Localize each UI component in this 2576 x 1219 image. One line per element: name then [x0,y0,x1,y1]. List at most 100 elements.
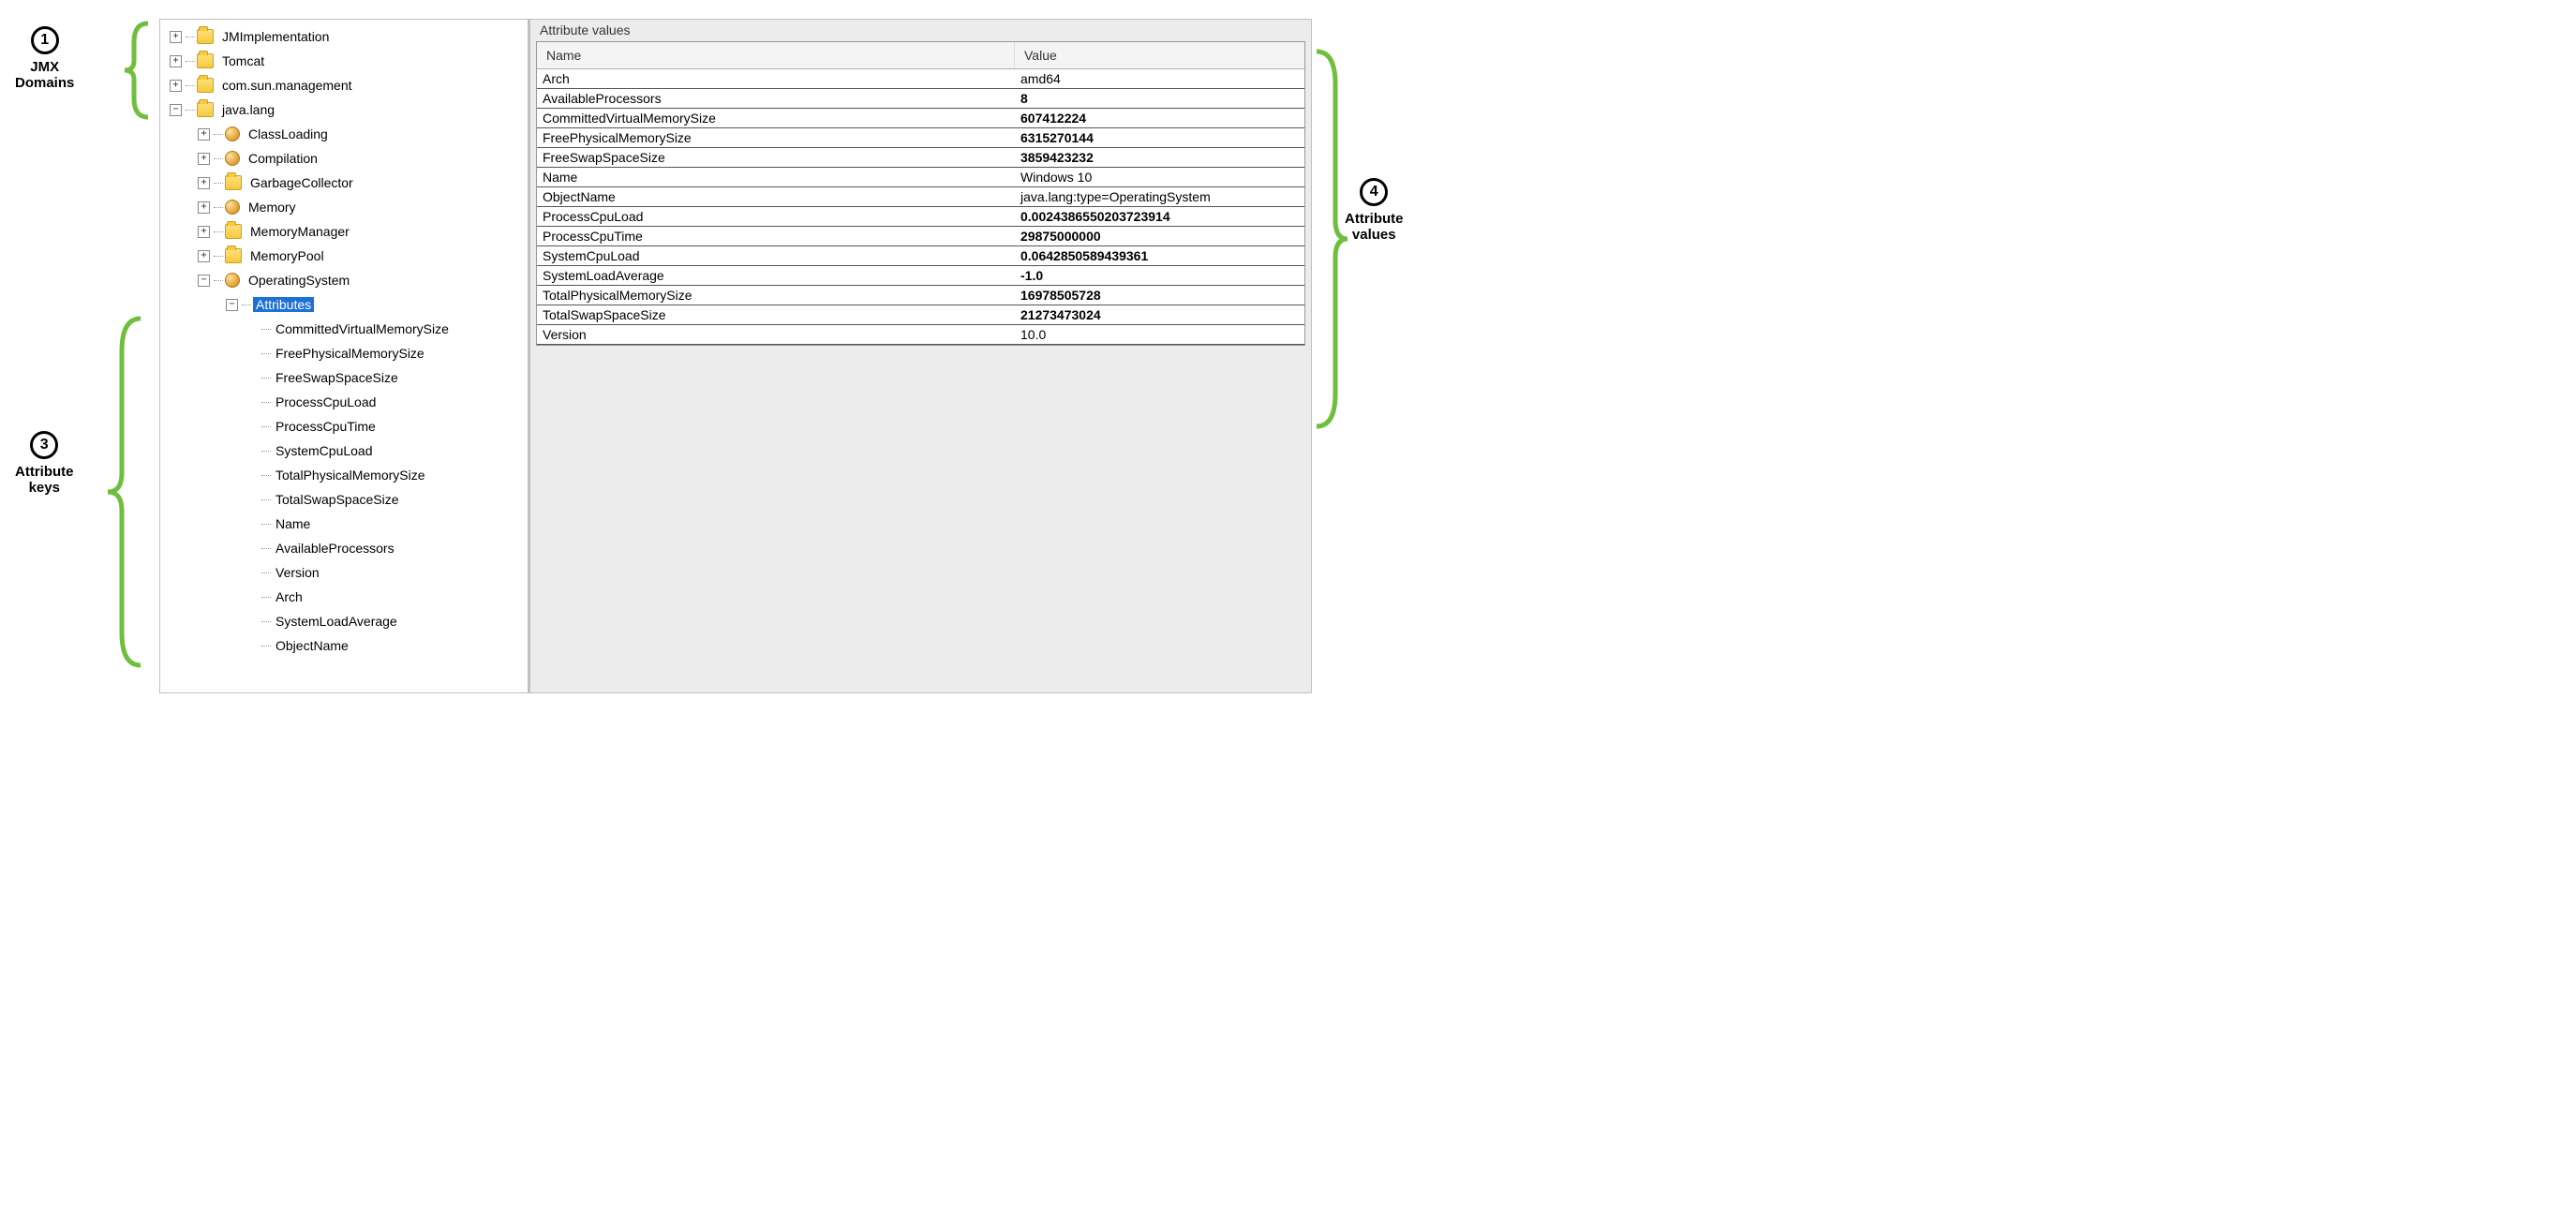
mbean-icon [225,151,240,166]
expand-icon[interactable]: + [198,201,210,214]
expand-icon[interactable]: + [170,80,182,92]
tree-node-attribute[interactable]: Version [170,560,523,585]
table-row[interactable]: CommittedVirtualMemorySize607412224 [537,109,1304,128]
callout-3-text: Attribute keys [15,465,74,496]
tree-node-mbean[interactable]: + Memory [170,195,523,219]
callout-4: 4 Attribute values [1345,178,1404,243]
tree-node-label: FreePhysicalMemorySize [273,346,427,361]
callout-1-text: JMX Domains [15,60,74,91]
tree-node-attribute[interactable]: SystemLoadAverage [170,609,523,633]
tree-node-attribute[interactable]: Name [170,512,523,536]
tree-node-label: AvailableProcessors [273,541,397,556]
expand-icon[interactable]: + [198,177,210,189]
folder-icon [225,175,242,190]
tree-node-domain[interactable]: + JMImplementation [170,24,523,49]
expand-icon[interactable]: + [170,55,182,67]
column-header-value[interactable]: Value [1015,42,1304,68]
attr-value-cell: 0.0642850589439361 [1015,246,1304,265]
attribute-panel-title: Attribute values [530,20,1311,37]
mbean-icon [225,126,240,141]
tree-node-label: com.sun.management [219,78,355,93]
attr-name-cell: AvailableProcessors [537,89,1015,108]
tree-node-label: ProcessCpuTime [273,419,379,434]
expand-icon[interactable]: + [198,128,210,141]
attr-value-cell: 0.0024386550203723914 [1015,207,1304,226]
expand-icon[interactable]: + [198,153,210,165]
attr-value-cell: Windows 10 [1015,168,1304,186]
tree-node-mbean[interactable]: + GarbageCollector [170,171,523,195]
tree-node-label: GarbageCollector [247,175,356,190]
attribute-table-header: Name Value [537,42,1304,69]
tree-node-mbean[interactable]: + Compilation [170,146,523,171]
table-row[interactable]: Version10.0 [537,325,1304,345]
table-row[interactable]: ProcessCpuLoad0.0024386550203723914 [537,207,1304,227]
table-row[interactable]: AvailableProcessors8 [537,89,1304,109]
tree-node-mbean[interactable]: + ClassLoading [170,122,523,146]
callout-4-num: 4 [1360,178,1388,206]
tree-node-label: MemoryManager [247,224,352,239]
table-row[interactable]: ObjectNamejava.lang:type=OperatingSystem [537,187,1304,207]
tree-node-label: ObjectName [273,638,351,653]
collapse-icon[interactable]: − [198,275,210,287]
table-row[interactable]: SystemLoadAverage-1.0 [537,266,1304,286]
attr-name-cell: ObjectName [537,187,1015,206]
tree-node-attribute[interactable]: SystemCpuLoad [170,439,523,463]
expand-icon[interactable]: + [198,250,210,262]
callout-4-text: Attribute values [1345,212,1404,243]
tree-node-mbean[interactable]: + MemoryManager [170,219,523,244]
expand-icon[interactable]: + [170,31,182,43]
tree-node-attribute[interactable]: Arch [170,585,523,609]
table-row[interactable]: FreeSwapSpaceSize3859423232 [537,148,1304,168]
callout-1-num: 1 [31,26,59,54]
mbean-tree[interactable]: + JMImplementation + Tomcat + com.sun.ma… [170,24,523,658]
tree-node-attribute[interactable]: AvailableProcessors [170,536,523,560]
tree-node-attributes[interactable]: − Attributes [170,292,523,317]
tree-node-label: SystemCpuLoad [273,443,376,458]
attr-value-cell: 16978505728 [1015,286,1304,305]
callout-3: 3 Attribute keys [15,431,74,496]
tree-node-label: Arch [273,589,305,604]
tree-node-attribute[interactable]: ProcessCpuTime [170,414,523,439]
table-row[interactable]: FreePhysicalMemorySize6315270144 [537,128,1304,148]
tree-node-domain-javalang[interactable]: − java.lang [170,97,523,122]
tree-node-domain[interactable]: + com.sun.management [170,73,523,97]
attr-value-cell: java.lang:type=OperatingSystem [1015,187,1304,206]
collapse-icon[interactable]: − [226,299,238,311]
attr-value-cell: amd64 [1015,69,1304,88]
tree-node-label: Name [273,516,313,531]
attr-name-cell: ProcessCpuLoad [537,207,1015,226]
tree-node-domain[interactable]: + Tomcat [170,49,523,73]
tree-node-attribute[interactable]: TotalPhysicalMemorySize [170,463,523,487]
brace-1 [120,19,157,122]
tree-node-attribute[interactable]: FreePhysicalMemorySize [170,341,523,365]
attr-name-cell: FreePhysicalMemorySize [537,128,1015,147]
tree-node-label: JMImplementation [219,29,332,44]
attr-name-cell: Name [537,168,1015,186]
tree-node-attribute[interactable]: TotalSwapSpaceSize [170,487,523,512]
table-row[interactable]: TotalSwapSpaceSize21273473024 [537,305,1304,325]
column-header-name[interactable]: Name [537,42,1015,68]
collapse-icon[interactable]: − [170,104,182,116]
table-row[interactable]: NameWindows 10 [537,168,1304,187]
attr-value-cell: 3859423232 [1015,148,1304,167]
tree-node-mbean[interactable]: + MemoryPool [170,244,523,268]
attr-value-cell: -1.0 [1015,266,1304,285]
expand-icon[interactable]: + [198,226,210,238]
tree-node-attribute[interactable]: CommittedVirtualMemorySize [170,317,523,341]
attr-value-cell: 6315270144 [1015,128,1304,147]
attr-name-cell: SystemCpuLoad [537,246,1015,265]
table-row[interactable]: TotalPhysicalMemorySize16978505728 [537,286,1304,305]
attr-name-cell: Arch [537,69,1015,88]
table-row[interactable]: Archamd64 [537,69,1304,89]
tree-node-attribute[interactable]: ProcessCpuLoad [170,390,523,414]
folder-icon [197,78,214,93]
attribute-table: Name Value Archamd64AvailableProcessors8… [536,41,1305,346]
mbean-tree-panel: + JMImplementation + Tomcat + com.sun.ma… [160,20,530,692]
tree-node-attribute[interactable]: FreeSwapSpaceSize [170,365,523,390]
table-row[interactable]: ProcessCpuTime29875000000 [537,227,1304,246]
tree-node-label-selected: Attributes [253,297,314,312]
tree-node-attribute[interactable]: ObjectName [170,633,523,658]
table-row[interactable]: SystemCpuLoad0.0642850589439361 [537,246,1304,266]
tree-node-operatingsystem[interactable]: − OperatingSystem [170,268,523,292]
tree-node-label: ProcessCpuLoad [273,394,379,409]
